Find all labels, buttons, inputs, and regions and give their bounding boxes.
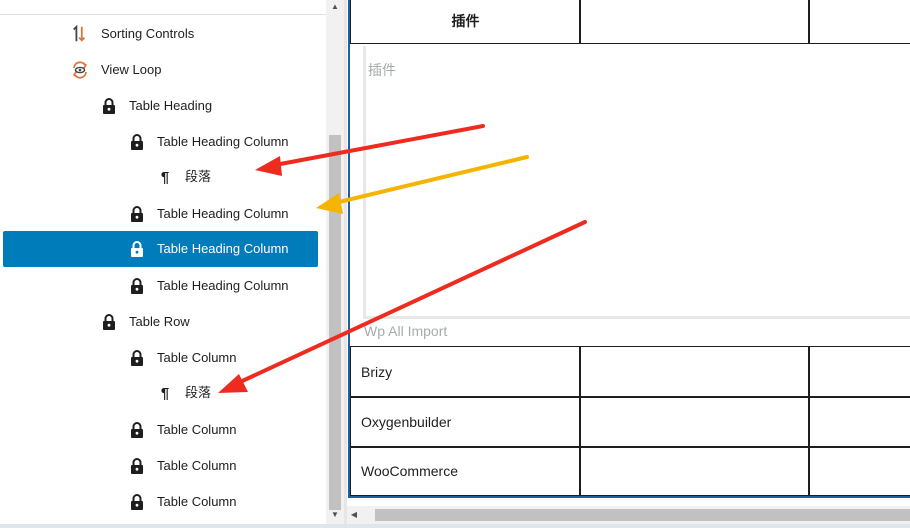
table-heading-cell[interactable] <box>808 0 910 44</box>
tree-item-table-heading-column[interactable]: Table Heading Column <box>0 268 326 304</box>
lock-icon <box>128 196 146 232</box>
lock-icon <box>128 448 146 484</box>
tree-item-table-column[interactable]: Table Column <box>0 412 326 448</box>
table-cell[interactable]: Brizy <box>350 346 581 398</box>
lock-icon <box>100 88 118 124</box>
paragraph-icon: ¶ <box>160 385 170 402</box>
tree-item-view-loop[interactable]: View Loop <box>0 52 326 88</box>
cell-text: 插件 <box>451 14 480 30</box>
tree-item-label: Table Heading Column <box>157 206 289 221</box>
lock-icon <box>128 231 146 267</box>
tree-item-label: Table Column <box>157 350 237 365</box>
tree-item-label: View Loop <box>101 62 162 77</box>
table-cell[interactable] <box>579 396 810 448</box>
tree-item-table-column[interactable]: Table Column <box>0 484 326 520</box>
tree-item-table-column[interactable]: Table Column <box>0 448 326 484</box>
cell-text: WooCommerce <box>361 463 458 479</box>
sort-icon <box>71 16 89 52</box>
tree-item-table-heading-column-selected[interactable]: Table Heading Column <box>0 231 326 267</box>
lock-icon <box>100 304 118 340</box>
lock-icon <box>128 268 146 304</box>
table-cell[interactable]: Oxygenbuilder <box>350 396 581 448</box>
tree-item-label: Sorting Controls <box>101 26 195 41</box>
tree-item-label: Table Heading Column <box>157 241 289 256</box>
table-cell[interactable] <box>579 446 810 496</box>
tree-item-label: Table Heading <box>129 98 213 113</box>
tree-item-label: Table Row <box>129 314 190 329</box>
section-placeholder[interactable]: Wp All Import <box>364 323 447 339</box>
placeholder-text: 插件 <box>368 63 396 79</box>
editor-canvas: 插件 插件 Wp All Import Brizy Oxygenbuilder … <box>347 0 910 528</box>
bottom-border <box>0 524 910 528</box>
tree-item-label: Table Column <box>157 422 237 437</box>
tree-item-label: 段落 <box>185 170 212 185</box>
horizontal-scrollbar[interactable]: ◀ <box>347 506 910 524</box>
tree-item-label: 段落 <box>185 386 212 401</box>
tree-item-table-heading-column[interactable]: Table Heading Column <box>0 196 326 232</box>
tree-item-label: Table Heading Column <box>157 134 289 149</box>
lock-icon <box>128 124 146 160</box>
scrollbar-thumb[interactable] <box>375 509 910 521</box>
panel-divider-line <box>0 14 326 15</box>
scroll-down-arrow-icon[interactable]: ▼ <box>326 508 344 522</box>
tree-item-label: Table Column <box>157 494 237 509</box>
table-cell[interactable] <box>808 446 910 496</box>
lock-icon <box>128 412 146 448</box>
selected-column-placeholder[interactable]: 插件 <box>363 46 910 319</box>
table-cell[interactable] <box>579 346 810 398</box>
tree-item-label: Table Heading Column <box>157 278 289 293</box>
table-cell[interactable]: WooCommerce <box>350 446 581 496</box>
scrollbar-thumb[interactable] <box>329 135 341 510</box>
table-heading-cell[interactable] <box>579 0 810 44</box>
tree-item-table-heading[interactable]: Table Heading <box>0 88 326 124</box>
loop-icon <box>71 52 89 88</box>
cell-text: Oxygenbuilder <box>361 414 452 430</box>
scroll-up-arrow-icon[interactable]: ▲ <box>326 0 344 14</box>
scroll-left-arrow-icon[interactable]: ◀ <box>347 506 361 524</box>
lock-icon <box>128 484 146 520</box>
tree-item-paragraph[interactable]: ¶ 段落 <box>0 376 326 412</box>
tree-item-table-heading-column[interactable]: Table Heading Column <box>0 124 326 160</box>
lock-icon <box>128 340 146 376</box>
tree-item-paragraph[interactable]: ¶ 段落 <box>0 160 326 196</box>
tree-item-label: Table Column <box>157 458 237 473</box>
table-cell[interactable] <box>808 396 910 448</box>
tree-item-table-row[interactable]: Table Row <box>0 304 326 340</box>
vertical-scrollbar[interactable]: ▲ ▼ <box>326 0 344 528</box>
tree-item-sorting-controls[interactable]: Sorting Controls <box>0 16 326 52</box>
table-cell[interactable] <box>808 346 910 398</box>
cell-text: Brizy <box>361 364 393 380</box>
tree-item-table-column[interactable]: Table Column <box>0 340 326 376</box>
table-heading-cell[interactable]: 插件 <box>350 0 581 44</box>
paragraph-icon: ¶ <box>160 169 170 186</box>
list-view-panel: Sorting Controls View Loop Table Heading… <box>0 0 344 528</box>
